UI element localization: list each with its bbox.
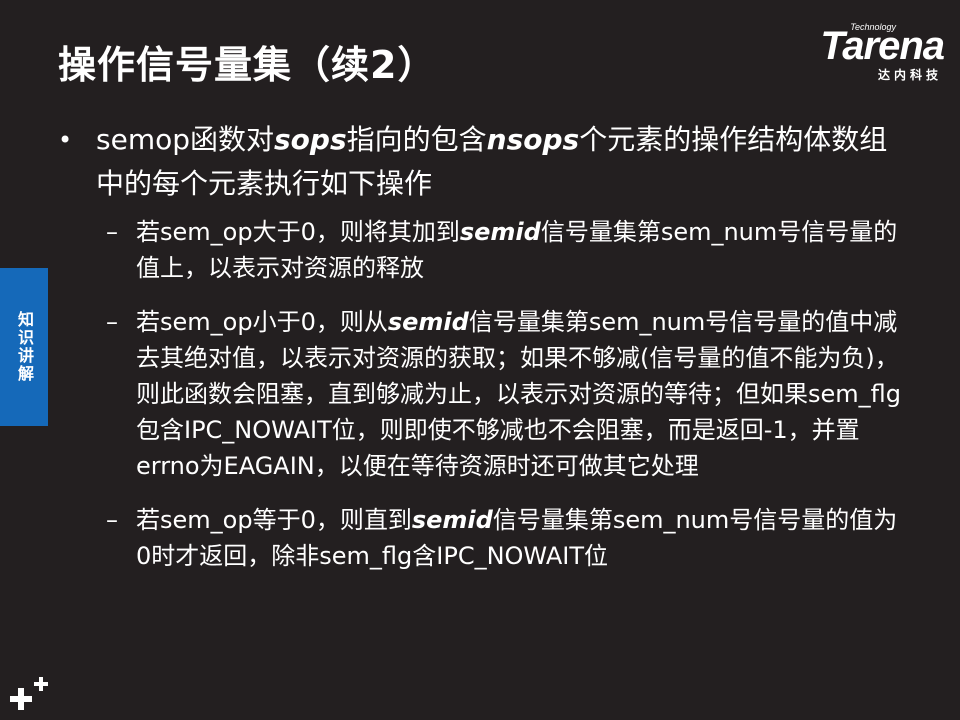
bullet-text-1: semop函数对 bbox=[96, 123, 274, 156]
sub-item-greater: – 若sem_op大于0，则将其加到semid信号量集第sem_num号信号量的… bbox=[58, 214, 908, 286]
sub-item-less: – 若sem_op小于0，则从semid信号量集第sem_num号信号量的值中减… bbox=[58, 304, 908, 484]
dash-icon: – bbox=[106, 506, 118, 534]
sub2-emphasis-semid: semid bbox=[387, 308, 469, 336]
sub2-text-1: 若sem_op小于0，则从 bbox=[136, 308, 388, 336]
sub1-emphasis-semid: semid bbox=[459, 218, 541, 246]
dash-icon: – bbox=[106, 308, 118, 336]
side-tab-label: 知识讲解 bbox=[15, 311, 34, 383]
tarena-logo: Technology Tarena 达内科技 bbox=[779, 22, 945, 84]
bullet-item: • semop函数对sops指向的包含nsops个元素的操作结构体数组中的每个元… bbox=[58, 118, 908, 206]
slide-title: 操作信号量集（续2） bbox=[58, 43, 437, 87]
sub3-emphasis-semid: semid bbox=[411, 506, 493, 534]
sub-item-equal: – 若sem_op等于0，则直到semid信号量集第sem_num号信号量的值为… bbox=[58, 502, 908, 574]
logo-brand-text: Tarena bbox=[820, 24, 945, 68]
dash-icon: – bbox=[106, 218, 118, 246]
sub3-text-1: 若sem_op等于0，则直到 bbox=[136, 506, 412, 534]
bullet-emphasis-nsops: nsops bbox=[486, 123, 580, 156]
logo-chinese-text: 达内科技 bbox=[877, 68, 942, 82]
plus-plus-icon bbox=[10, 677, 48, 710]
bullet-emphasis-sops: sops bbox=[274, 123, 347, 156]
bullet-dot-icon: • bbox=[58, 126, 73, 154]
slide-content: • semop函数对sops指向的包含nsops个元素的操作结构体数组中的每个元… bbox=[58, 118, 908, 574]
bullet-text-2: 指向的包含 bbox=[346, 123, 487, 156]
sub1-text-1: 若sem_op大于0，则将其加到 bbox=[136, 218, 460, 246]
side-tab: 知识讲解 bbox=[0, 268, 48, 426]
